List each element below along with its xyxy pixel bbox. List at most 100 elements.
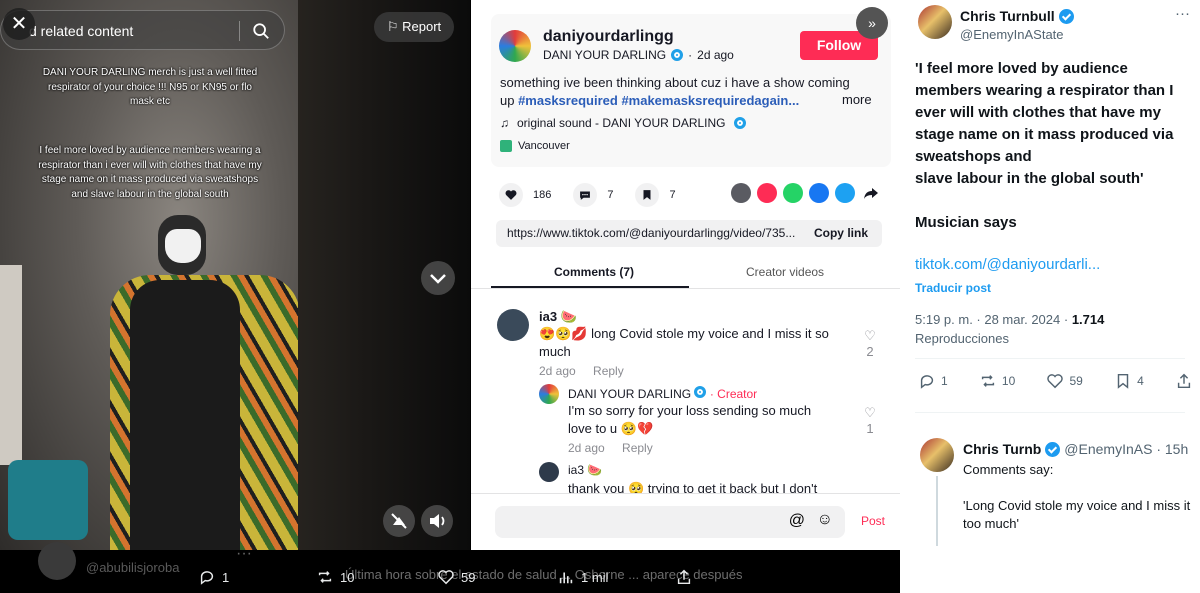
- search-input[interactable]: d related content: [0, 10, 285, 50]
- floating-player-button[interactable]: [383, 505, 415, 537]
- underlay-reply-button[interactable]: 1: [198, 568, 229, 586]
- heart-icon: [1047, 374, 1064, 389]
- location-tag[interactable]: Vancouver: [500, 140, 570, 152]
- bookmark-button[interactable]: 4: [1114, 372, 1144, 390]
- save-button[interactable]: [635, 183, 660, 207]
- underlay-share-button[interactable]: [675, 568, 693, 586]
- mention-icon[interactable]: @: [789, 512, 805, 530]
- creator-badge: · Creator: [709, 387, 758, 401]
- close-button[interactable]: ✕: [3, 8, 35, 40]
- underlay-reply-count: 1: [222, 569, 230, 585]
- search-icon[interactable]: [252, 22, 270, 40]
- share-button[interactable]: [1175, 372, 1193, 390]
- author-handle[interactable]: @EnemyInAState: [960, 27, 1064, 42]
- search-placeholder: d related content: [29, 23, 134, 39]
- tweet-text-1: 'I feel more loved by audience members w…: [915, 60, 1174, 165]
- reply-button[interactable]: Reply: [593, 364, 624, 378]
- repost-button[interactable]: 10: [979, 372, 1015, 390]
- more-options-icon[interactable]: ···: [1175, 5, 1190, 22]
- like-button[interactable]: [499, 183, 523, 207]
- volume-button[interactable]: [421, 505, 453, 537]
- send-icon[interactable]: [757, 183, 777, 203]
- comment-button[interactable]: [573, 183, 598, 207]
- commenter-avatar[interactable]: [497, 309, 529, 341]
- commenter-name[interactable]: ia3 🍉: [568, 463, 602, 477]
- chevron-down-icon: [430, 274, 446, 284]
- underlay-avatar: [38, 542, 76, 580]
- repost-icon: [318, 571, 332, 583]
- video-shelf: [0, 265, 22, 465]
- author-avatar[interactable]: [918, 5, 952, 39]
- share-arrow-icon[interactable]: [861, 183, 881, 203]
- video-link: https://www.tiktok.com/@daniyourdarlingg…: [507, 226, 796, 240]
- comment-time: 2d ago: [539, 364, 576, 378]
- share-icon: [677, 569, 691, 585]
- post-caption: something ive been thinking about cuz i …: [500, 74, 860, 110]
- heart-outline-icon: ♡: [864, 405, 876, 420]
- video-caption-2: I feel more loved by audience members we…: [38, 145, 262, 200]
- reply-header: Chris Turnb @EnemyInAS · 15h: [963, 441, 1188, 457]
- underlay-views-button[interactable]: 1 mil: [557, 568, 608, 586]
- creator-reply-avatar[interactable]: [539, 384, 559, 404]
- person-body: [130, 280, 240, 550]
- underlay-repost-button[interactable]: 10: [316, 568, 354, 586]
- report-button[interactable]: ⚐ Report: [374, 12, 454, 42]
- copy-link-button[interactable]: Copy link: [814, 220, 868, 247]
- comment-input[interactable]: @ ☺: [495, 506, 845, 538]
- repost-icon: [981, 375, 995, 387]
- tab-comments[interactable]: Comments (7): [554, 265, 634, 279]
- creator-nickname: DANI YOUR DARLING: [543, 48, 667, 62]
- reply-body: Comments say: 'Long Covid stole my voice…: [963, 461, 1195, 533]
- tweet-link[interactable]: tiktok.com/@daniyourdarli...: [915, 256, 1100, 273]
- dot-separator: ·: [688, 48, 693, 62]
- comment-text: thank you 🥺 trying to get it back but I …: [568, 481, 818, 493]
- creator-reply-name[interactable]: DANI YOUR DARLING · Creator: [568, 386, 757, 401]
- sound-label: original sound - DANI YOUR DARLING: [517, 116, 726, 130]
- embed-icon[interactable]: [731, 183, 751, 203]
- verified-icon: [671, 49, 684, 61]
- commenter-avatar[interactable]: [539, 462, 559, 482]
- video-player[interactable]: DANI YOUR DARLING merch is just a well f…: [0, 0, 298, 550]
- verified-icon: [1058, 8, 1074, 24]
- reply-author-avatar[interactable]: [920, 438, 954, 472]
- reply-button[interactable]: 1: [918, 372, 948, 390]
- reply-author-name[interactable]: Chris Turnb: [963, 441, 1041, 457]
- tweet-date[interactable]: 5:19 p. m. · 28 mar. 2024 ·: [915, 312, 1072, 327]
- translate-post-button[interactable]: Traducir post: [915, 281, 991, 295]
- author-name[interactable]: Chris Turnbull: [960, 8, 1074, 24]
- whatsapp-icon[interactable]: [783, 183, 803, 203]
- divider: [915, 358, 1185, 359]
- facebook-icon[interactable]: [809, 183, 829, 203]
- like-button[interactable]: 59: [1046, 372, 1083, 390]
- video-link-box: https://www.tiktok.com/@daniyourdarlingg…: [496, 220, 882, 247]
- comment-like-button[interactable]: ♡ 2: [860, 328, 880, 359]
- comment-meta: 2d ago Reply: [539, 364, 624, 378]
- more-button[interactable]: more: [842, 92, 872, 107]
- comment-tabs: Comments (7) Creator videos: [471, 261, 900, 289]
- save-count: 7: [669, 189, 676, 201]
- reply-author-handle[interactable]: @EnemyInAS · 15h: [1064, 441, 1188, 457]
- next-video-button[interactable]: [421, 261, 455, 295]
- twitter-icon[interactable]: [835, 183, 855, 203]
- post-comment-button[interactable]: Post: [861, 514, 885, 528]
- bookmark-icon: [1117, 373, 1129, 389]
- creator-username[interactable]: daniyourdarlingg: [543, 28, 674, 46]
- like-count: 186: [533, 189, 552, 201]
- views-icon: [559, 572, 573, 584]
- creator-avatar[interactable]: [499, 30, 531, 62]
- collapse-panel-button[interactable]: »: [856, 7, 888, 39]
- tab-creator-videos[interactable]: Creator videos: [746, 265, 824, 279]
- pip-icon: [391, 513, 407, 529]
- hashtag-link[interactable]: #makemasksrequiredagain...: [621, 93, 799, 108]
- heart-outline-icon: ♡: [864, 328, 876, 343]
- comment-like-count: 1: [866, 421, 874, 436]
- sound-link[interactable]: ♫ original sound - DANI YOUR DARLING: [500, 116, 746, 130]
- emoji-icon[interactable]: ☺: [817, 511, 833, 529]
- more-icon[interactable]: ···: [236, 545, 252, 563]
- comment-like-button[interactable]: ♡ 1: [860, 405, 880, 436]
- commenter-name[interactable]: ia3 🍉: [539, 309, 577, 325]
- reply-text-2: 'Long Covid stole my voice and I miss it…: [963, 498, 1191, 531]
- reply-button[interactable]: Reply: [622, 441, 653, 455]
- hashtag-link[interactable]: #masksrequired: [518, 93, 618, 108]
- underlay-like-button[interactable]: 59: [437, 568, 475, 586]
